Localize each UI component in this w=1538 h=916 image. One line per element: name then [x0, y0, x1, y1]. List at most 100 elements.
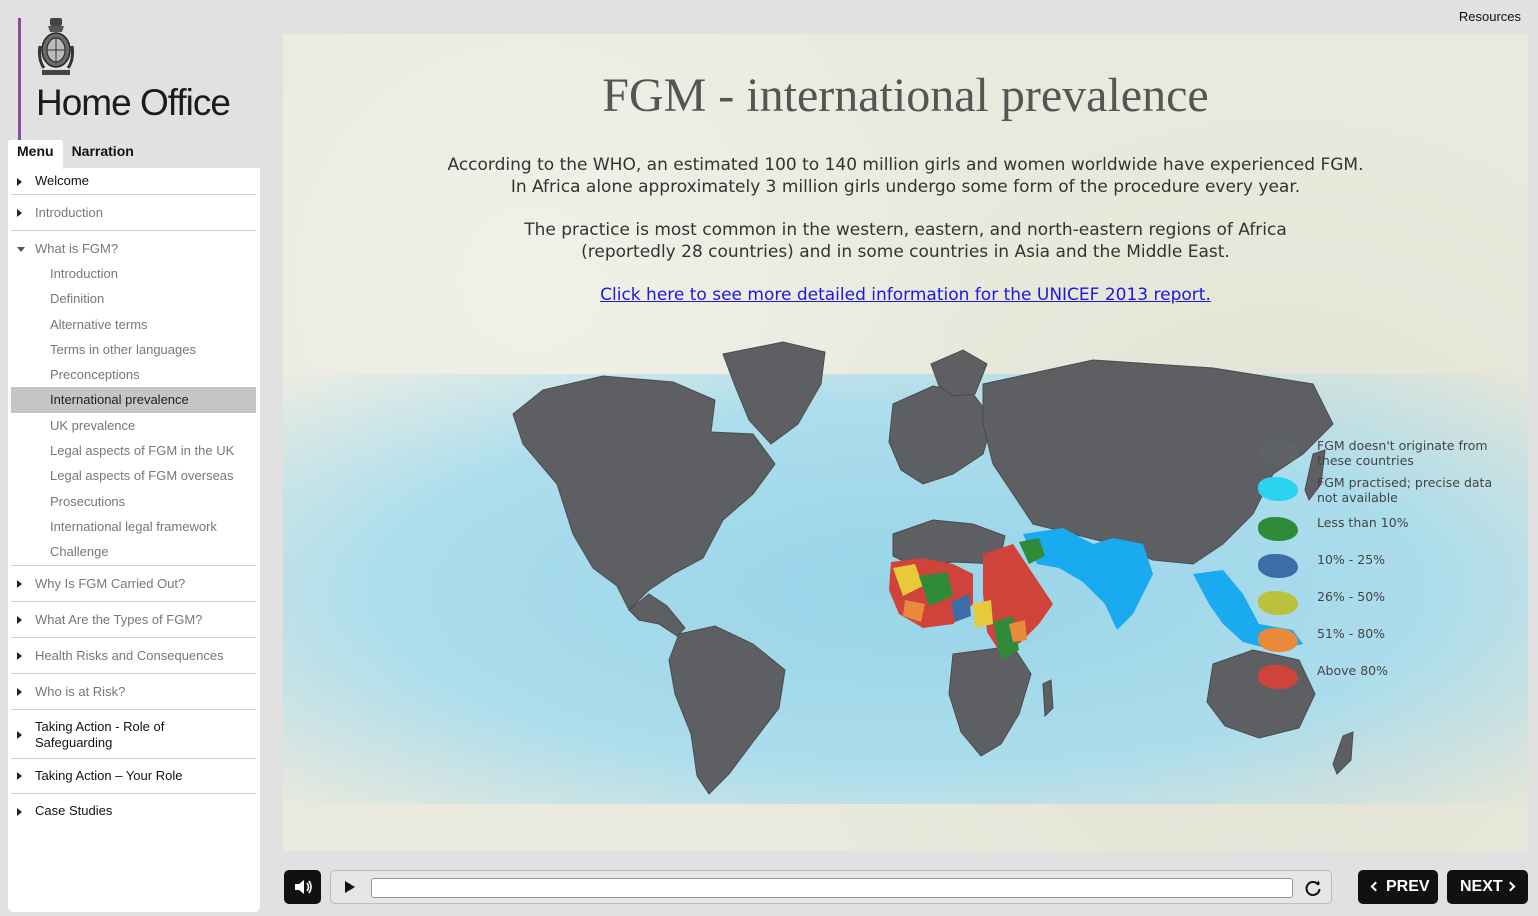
sidebar-item-types-of-fgm[interactable]: What Are the Types of FGM?	[11, 602, 256, 639]
sidebar-item-your-role[interactable]: Taking Action – Your Role	[11, 759, 256, 795]
southern-africa	[948, 645, 1032, 757]
unicef-report-link[interactable]: Click here to see more detailed informat…	[600, 285, 1211, 305]
sidebar-subitem-definition[interactable]: Definition	[11, 286, 256, 311]
intro-paragraph: According to the WHO, an estimated 100 t…	[283, 154, 1528, 198]
sidebar-item-label: Welcome	[35, 173, 89, 188]
home-office-logo: Home Office	[18, 16, 258, 144]
slide-title: FGM - international prevalence	[602, 69, 1209, 122]
legend-label: Less than 10%	[1317, 515, 1409, 530]
sidebar-subitem-legal-framework[interactable]: International legal framework	[11, 514, 256, 539]
royal-crest-icon	[38, 18, 74, 75]
sidebar-subitem-legal-overseas[interactable]: Legal aspects of FGM overseas	[11, 463, 256, 488]
legend-label: 10% - 25%	[1317, 552, 1386, 567]
triangle-right-icon	[17, 580, 22, 589]
triangle-right-icon	[17, 616, 22, 625]
logo-wordmark: Home Office	[36, 82, 231, 123]
chevron-right-icon	[1505, 881, 1516, 892]
logo-bar	[18, 18, 21, 144]
regions-line-2: (reportedly 28 countries) and in some co…	[581, 242, 1230, 262]
sidebar-tabs: Menu Narration	[8, 140, 143, 168]
sidebar-item-who-at-risk[interactable]: Who is at Risk?	[11, 674, 256, 711]
legend-label: FGM practised; precise data not availabl…	[1317, 475, 1493, 505]
regions-line-1: The practice is most common in the weste…	[524, 220, 1287, 240]
intro-line-1: According to the WHO, an estimated 100 t…	[447, 155, 1364, 175]
legend-swatch	[1258, 665, 1298, 689]
triangle-right-icon	[17, 772, 22, 781]
sidebar-item-health-risks[interactable]: Health Risks and Consequences	[11, 638, 256, 675]
sidebar-item-label: Who is at Risk?	[35, 684, 126, 700]
east-africa-yellow	[973, 600, 993, 628]
sidebar-item-introduction[interactable]: Introduction	[11, 195, 256, 231]
sidebar-item-label: What is FGM?	[35, 241, 119, 256]
legend-item: 51% - 80%	[1258, 624, 1498, 661]
speaker-icon	[295, 880, 312, 894]
triangle-right-icon	[17, 652, 22, 661]
chevron-left-icon	[1370, 881, 1381, 892]
legend-swatch	[1258, 628, 1298, 652]
south-america	[668, 625, 786, 795]
sidebar-menu: Welcome Introduction What is FGM? Introd…	[8, 168, 260, 912]
madagascar	[1042, 679, 1054, 718]
regions-paragraph: The practice is most common in the weste…	[283, 219, 1528, 263]
triangle-right-icon	[17, 209, 22, 217]
sidebar-subitem-preconceptions[interactable]: Preconceptions	[11, 362, 256, 387]
legend-label: FGM doesn't originate from these countri…	[1317, 438, 1488, 468]
sidebar-item-label: Case Studies	[35, 803, 113, 819]
legend-swatch	[1258, 591, 1298, 615]
new-zealand	[1332, 731, 1354, 775]
legend-item: Above 80%	[1258, 661, 1498, 698]
legend-swatch	[1258, 440, 1298, 464]
sidebar-subitem-terms-other-languages[interactable]: Terms in other languages	[11, 337, 256, 362]
next-button-label: NEXT	[1460, 878, 1503, 895]
tab-menu[interactable]: Menu	[8, 140, 63, 168]
sidebar-item-welcome[interactable]: Welcome	[11, 168, 256, 195]
map-legend: FGM doesn't originate from these countri…	[1258, 436, 1498, 698]
europe	[888, 385, 994, 485]
play-icon[interactable]	[345, 881, 355, 893]
sidebar-item-label: Health Risks and Consequences	[35, 648, 224, 664]
sidebar-item-role-of-safeguarding[interactable]: Taking Action - Role of Safeguarding	[11, 710, 256, 760]
legend-swatch	[1258, 554, 1298, 578]
sidebar-item-what-is-fgm[interactable]: What is FGM?	[11, 231, 256, 261]
replay-icon[interactable]	[1304, 879, 1322, 897]
triangle-right-icon	[17, 688, 22, 697]
legend-item: FGM practised; precise data not availabl…	[1258, 473, 1498, 513]
sidebar-item-why-carried-out[interactable]: Why Is FGM Carried Out?	[11, 566, 256, 603]
legend-item: 26% - 50%	[1258, 587, 1498, 624]
sidebar-subitem-alternative-terms[interactable]: Alternative terms	[11, 312, 256, 337]
triangle-right-icon	[17, 178, 22, 186]
sidebar-item-case-studies[interactable]: Case Studies	[11, 794, 256, 830]
tab-narration[interactable]: Narration	[63, 140, 143, 168]
triangle-down-icon	[17, 247, 25, 252]
legend-item: FGM doesn't originate from these countri…	[1258, 436, 1498, 473]
sidebar-item-label: Introduction	[35, 205, 103, 220]
course-player: Home Office Resources Menu Narration Wel…	[0, 0, 1538, 916]
legend-item: 10% - 25%	[1258, 550, 1498, 587]
intro-line-2: In Africa alone approximately 3 million …	[510, 177, 1301, 197]
prev-button[interactable]: PREV	[1358, 870, 1438, 904]
north-america	[512, 375, 776, 611]
sidebar-item-label: What Are the Types of FGM?	[35, 612, 203, 628]
sidebar-item-label: Taking Action - Role of Safeguarding	[35, 719, 165, 751]
legend-label: 26% - 50%	[1317, 589, 1386, 604]
next-button[interactable]: NEXT	[1447, 870, 1528, 904]
legend-swatch	[1258, 477, 1298, 501]
audio-toggle-button[interactable]	[284, 870, 321, 904]
playback-progress-bar[interactable]	[371, 878, 1293, 898]
sidebar-subitem-challenge[interactable]: Challenge	[11, 539, 256, 567]
legend-label: 51% - 80%	[1317, 626, 1386, 641]
triangle-right-icon	[17, 808, 22, 817]
resources-link[interactable]: Resources	[1459, 9, 1521, 24]
sidebar-item-label: Why Is FGM Carried Out?	[35, 576, 186, 592]
sidebar-subitem-international-prevalence[interactable]: International prevalence	[11, 387, 256, 413]
legend-swatch	[1258, 517, 1298, 541]
unicef-report-link-wrapper: Click here to see more detailed informat…	[283, 285, 1528, 305]
sidebar-subitem-introduction[interactable]: Introduction	[11, 261, 256, 286]
legend-label: Above 80%	[1317, 663, 1388, 678]
triangle-right-icon	[17, 731, 22, 740]
sidebar-subitem-uk-prevalence[interactable]: UK prevalence	[11, 413, 256, 438]
sidebar-subitem-prosecutions[interactable]: Prosecutions	[11, 489, 256, 514]
greenland	[722, 341, 826, 445]
sidebar-subitem-legal-uk[interactable]: Legal aspects of FGM in the UK	[11, 438, 256, 463]
sidebar-item-label: Taking Action – Your Role	[35, 768, 183, 784]
